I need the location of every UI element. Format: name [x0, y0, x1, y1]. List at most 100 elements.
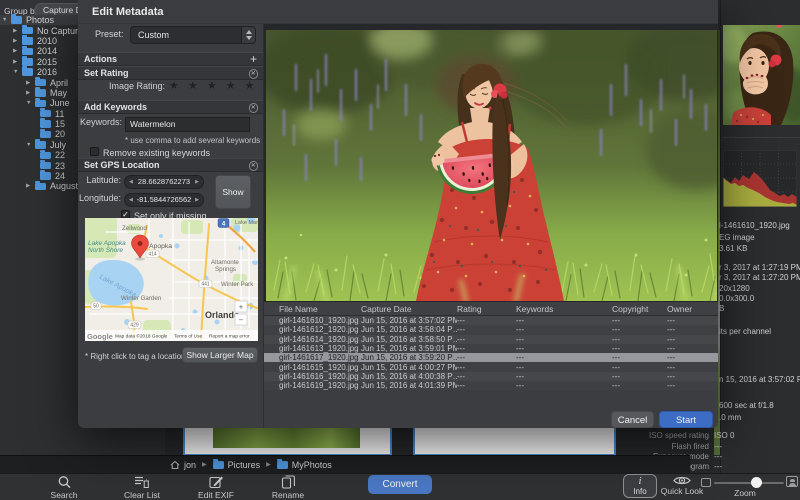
close-section-icon[interactable]: ✕: [249, 103, 259, 113]
info-button[interactable]: i Info: [623, 474, 657, 498]
meta-modified-date: r 3, 2017 at 1:27:20 PM: [719, 273, 800, 282]
meta-created-date: r 3, 2017 at 1:27:19 PM: [719, 263, 800, 272]
info-icon: i: [624, 476, 656, 487]
add-action-button[interactable]: +: [250, 53, 257, 66]
folder-icon: [40, 162, 51, 170]
map-zoom-in-button[interactable]: +: [235, 301, 247, 312]
table-row[interactable]: girl-1461615_1920.jpgJun 15, 2016 at 4:0…: [264, 362, 718, 371]
quick-look-button[interactable]: Quick Look: [660, 475, 704, 496]
set-gps-header: Set GPS Location ✕: [78, 158, 263, 172]
folder-icon: [35, 89, 46, 97]
show-pin-button[interactable]: Show Pin: [215, 175, 251, 209]
preset-value: Custom: [138, 30, 169, 40]
zoom-out-thumb-icon: [701, 478, 711, 487]
chevron-right-icon: ▶: [202, 461, 207, 468]
table-row[interactable]: girl-1461614_1920.jpgJun 15, 2016 at 3:5…: [264, 335, 718, 344]
breadcrumb-home[interactable]: jon: [184, 460, 196, 470]
folder-icon: [22, 48, 33, 56]
folder-icon: [40, 110, 51, 118]
close-section-icon[interactable]: ✕: [249, 69, 259, 79]
disclosure-icon[interactable]: ▶: [26, 183, 35, 189]
longitude-value: -81.5844726562: [137, 195, 192, 204]
folder-icon: [22, 37, 33, 45]
map-label-winter-garden: Winter Garden: [121, 295, 162, 302]
breadcrumb-pictures[interactable]: Pictures: [228, 460, 261, 470]
rating-stars[interactable]: ★ ★ ★ ★ ★: [169, 79, 258, 92]
route-badge-429: 429: [128, 321, 141, 329]
folder-icon: [40, 172, 51, 180]
close-section-icon[interactable]: ✕: [249, 161, 259, 171]
meta-focal-length: .0 mm: [719, 413, 741, 422]
map-report-link[interactable]: Report a map error: [209, 334, 250, 340]
column-capture-date[interactable]: Capture Date: [361, 304, 457, 314]
rename-button[interactable]: Rename: [258, 475, 318, 500]
cancel-button[interactable]: Cancel: [611, 411, 654, 428]
table-row[interactable]: girl-1461613_1920.jpgJun 15, 2016 at 3:5…: [264, 344, 718, 353]
column-keywords[interactable]: Keywords: [516, 304, 612, 314]
folder-icon: [40, 120, 51, 128]
start-button[interactable]: Start: [659, 411, 713, 428]
latitude-stepper[interactable]: ◀ 28.6628762273 ▶: [124, 175, 204, 189]
disclosure-icon[interactable]: ▼: [2, 17, 11, 23]
svg-text:50: 50: [93, 304, 99, 310]
stepper-right-icon[interactable]: ▶: [195, 176, 199, 188]
folder-icon: [22, 68, 33, 76]
column-copyright[interactable]: Copyright: [612, 304, 667, 314]
info-panel-thumbnail[interactable]: [723, 25, 800, 125]
edit-icon: [209, 475, 224, 489]
column-file-name[interactable]: File Name: [264, 304, 361, 314]
table-row[interactable]: girl-1461610_1920.jpgJun 15, 2016 at 3:5…: [264, 316, 718, 325]
table-row[interactable]: girl-1461612_1920.jpgJun 15, 2016 at 3:5…: [264, 325, 718, 334]
disclosure-icon[interactable]: ▶: [13, 38, 22, 44]
preset-dropdown[interactable]: Custom: [130, 26, 256, 44]
table-row-selected[interactable]: girl-1461617_1920.jpgJun 15, 2016 at 3:5…: [264, 353, 718, 362]
zoom-slider-track[interactable]: [714, 482, 784, 484]
thumbnail-image: [213, 428, 360, 448]
meta-bits: its per channel: [719, 327, 771, 336]
edit-exif-button[interactable]: Edit EXIF: [186, 475, 246, 500]
tree-label: 15: [55, 119, 65, 129]
table-row[interactable]: girl-1461619_1920.jpgJun 15, 2016 at 4:0…: [264, 381, 718, 390]
zoom-slider-knob[interactable]: [751, 477, 762, 488]
disclosure-icon[interactable]: ▶: [13, 28, 22, 34]
keywords-input[interactable]: Watermelon: [125, 117, 250, 132]
column-rating[interactable]: Rating: [457, 304, 516, 314]
convert-button[interactable]: Convert: [368, 475, 432, 494]
search-icon: [57, 475, 72, 489]
disclosure-icon[interactable]: ▶: [13, 48, 22, 54]
map-terms-link[interactable]: Terms of Use: [174, 334, 203, 340]
table-row[interactable]: girl-1461616_1920.jpgJun 15, 2016 at 4:0…: [264, 372, 718, 381]
disclosure-icon[interactable]: ▶: [13, 59, 22, 65]
disclosure-icon[interactable]: ▼: [26, 142, 35, 148]
disclosure-icon[interactable]: ▶: [26, 80, 35, 86]
breadcrumb-myphotos[interactable]: MyPhotos: [292, 460, 332, 470]
search-button[interactable]: Search: [34, 475, 94, 500]
folder-icon: [35, 79, 46, 87]
actions-header: Actions +: [78, 52, 263, 66]
show-larger-map-button[interactable]: Show Larger Map: [182, 347, 258, 363]
longitude-label: Longitude:: [78, 193, 121, 203]
dropdown-stepper-icon: [241, 27, 255, 43]
clear-list-button[interactable]: Clear List: [112, 475, 172, 500]
route-badge-50: 50: [91, 302, 101, 310]
disclosure-icon[interactable]: ▶: [26, 90, 35, 96]
disclosure-icon[interactable]: ▼: [13, 69, 22, 75]
dialog-title-bar[interactable]: Edit Metadata: [78, 0, 718, 24]
longitude-stepper[interactable]: ◀ -81.5844726562 ▶: [124, 193, 204, 207]
remove-keywords-checkbox[interactable]: [90, 147, 99, 156]
disclosure-icon[interactable]: ▼: [26, 100, 35, 106]
chevron-right-icon: ▶: [266, 461, 271, 468]
stepper-left-icon[interactable]: ◀: [129, 176, 133, 188]
stepper-right-icon[interactable]: ▶: [195, 194, 199, 206]
meta-filesize: 3.61 KB: [719, 244, 747, 253]
folder-icon: [35, 183, 46, 191]
map-zoom-out-button[interactable]: −: [235, 314, 247, 325]
tree-label: August: [50, 181, 78, 191]
folder-icon: [22, 27, 33, 35]
gps-map[interactable]: Zellwood Lake Mar Lake Apopka North Shor…: [85, 218, 258, 341]
folder-icon: [40, 152, 51, 160]
stepper-left-icon[interactable]: ◀: [129, 194, 133, 206]
folder-icon: [35, 141, 46, 149]
column-owner[interactable]: Owner: [667, 304, 718, 314]
tree-label: 23: [55, 161, 65, 171]
